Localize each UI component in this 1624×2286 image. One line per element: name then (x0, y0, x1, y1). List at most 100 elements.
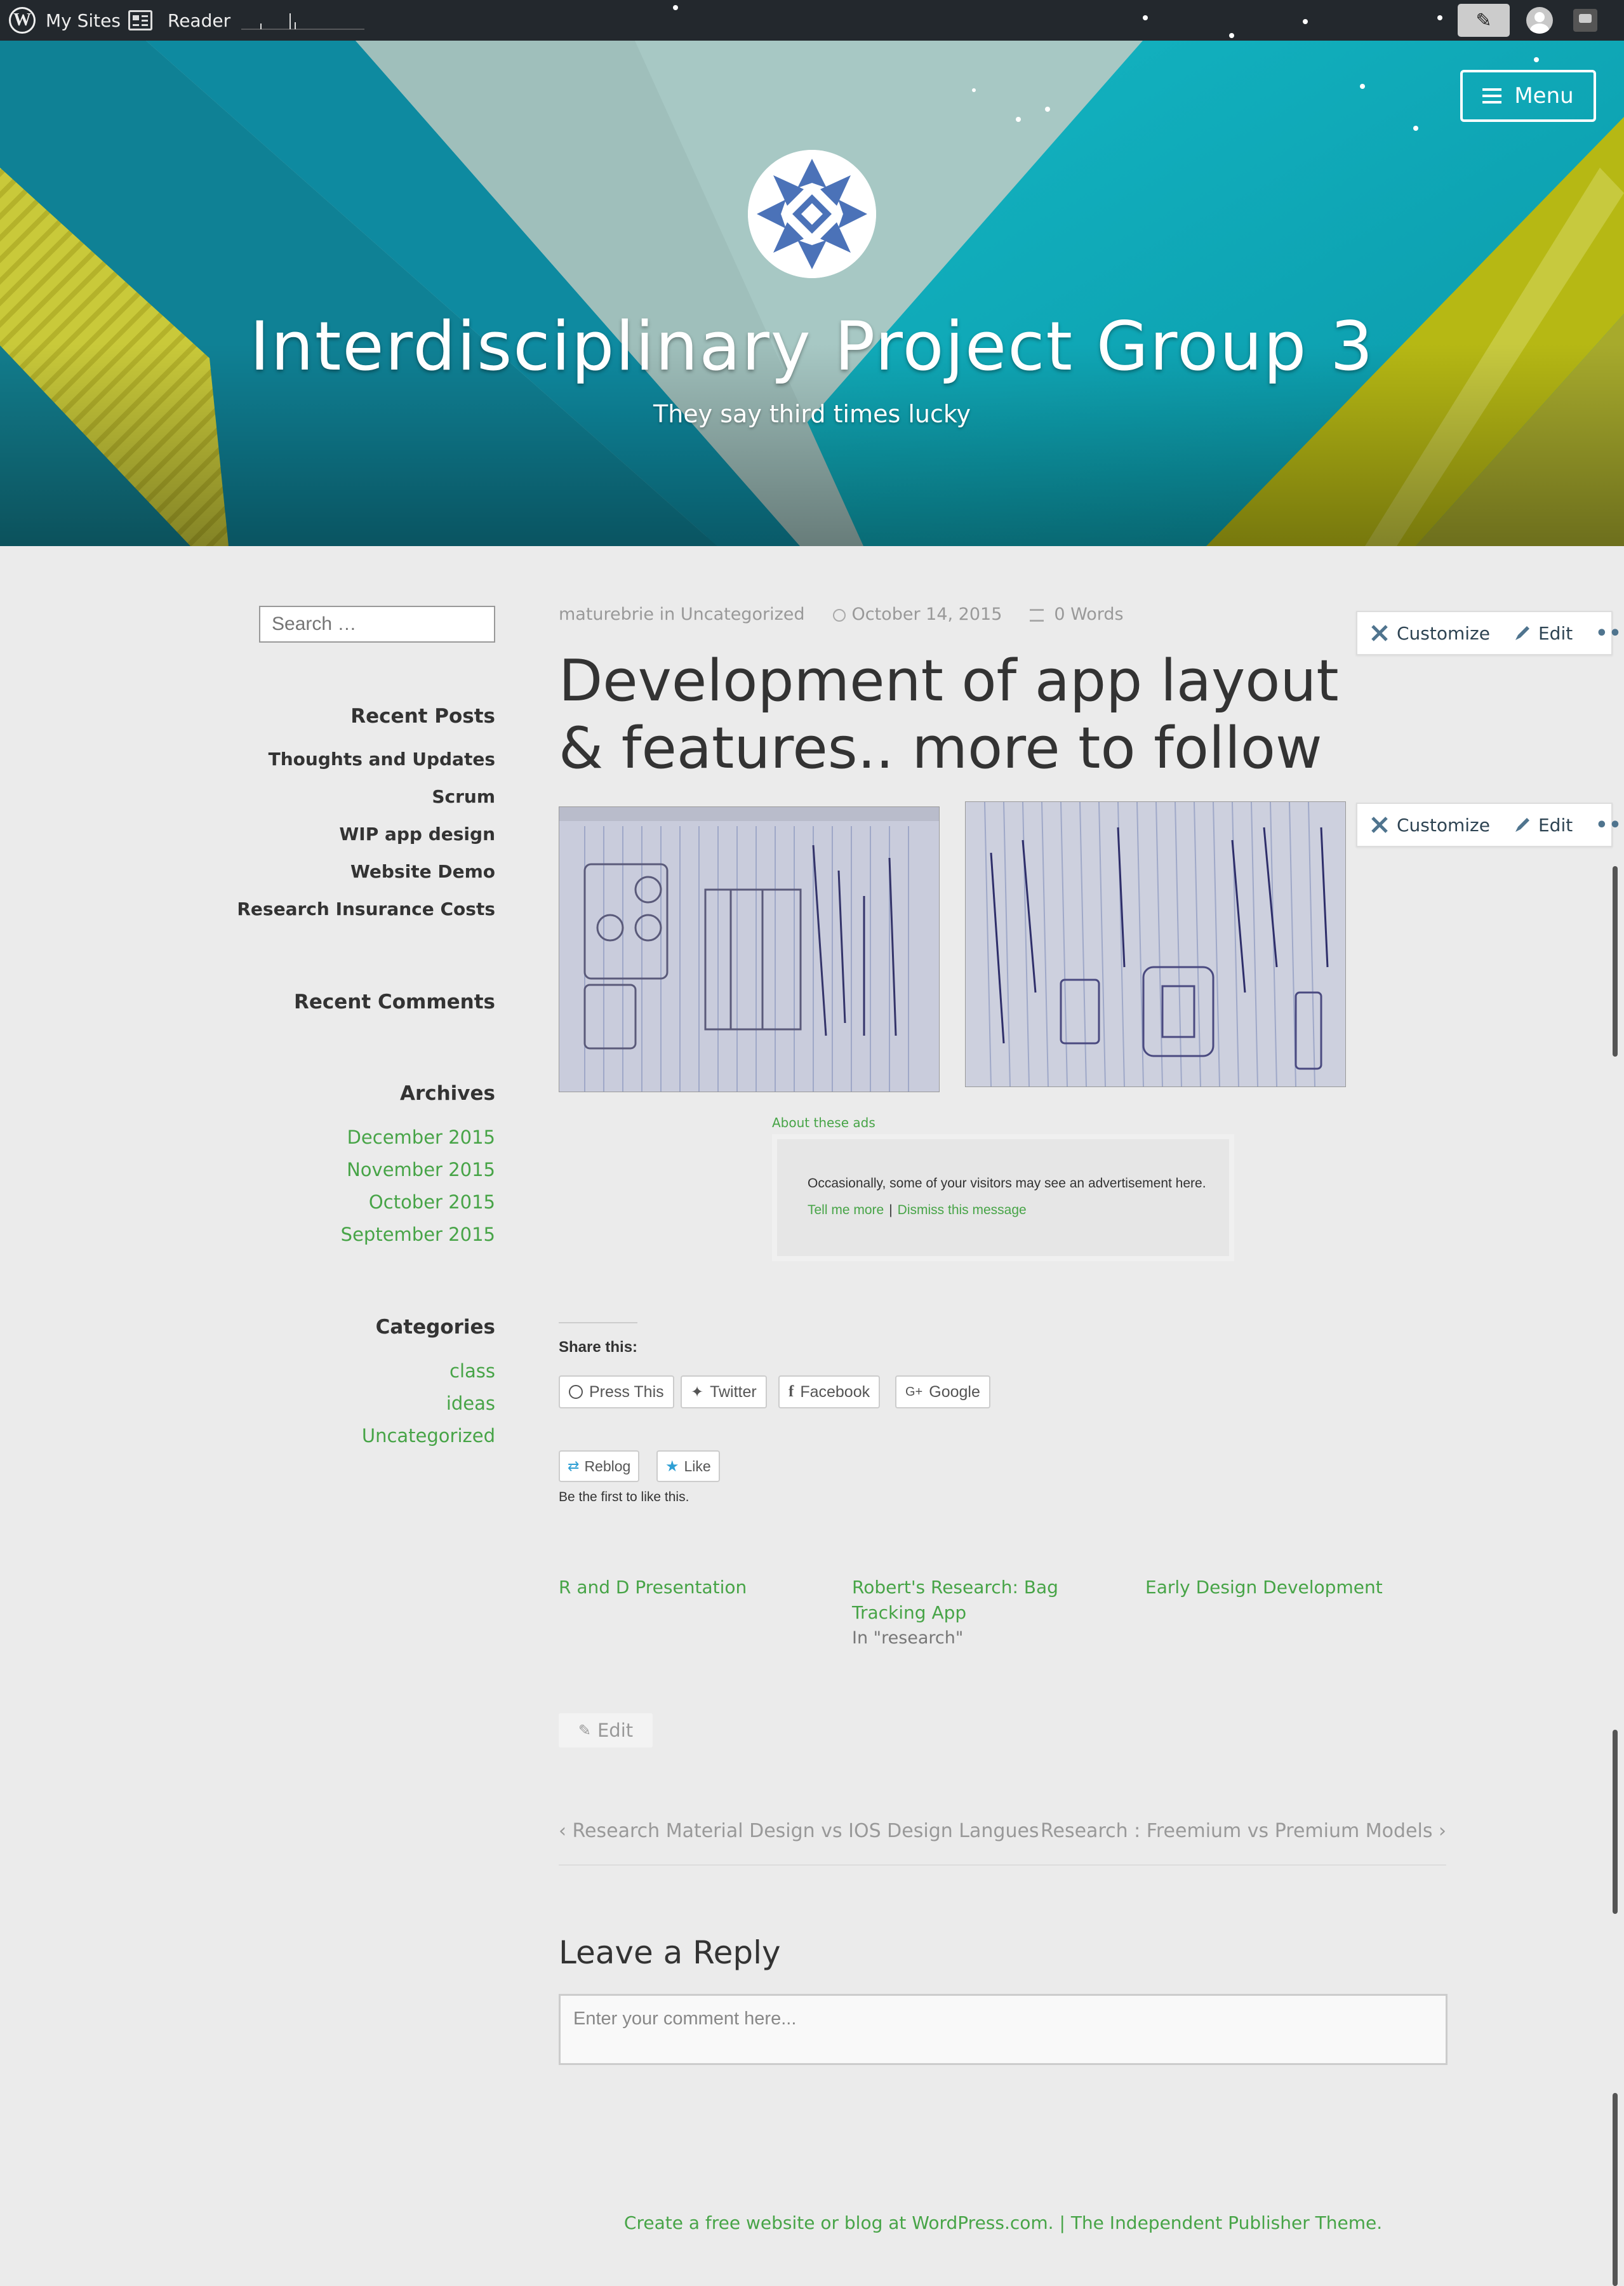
ad-message: Occasionally, some of your visitors may … (808, 1176, 1206, 1191)
scrollbar-thumb[interactable] (1613, 1730, 1618, 1914)
related-post-title[interactable]: Early Design Development (1145, 1575, 1412, 1600)
theme-link[interactable]: The Independent Publisher Theme. (1071, 2212, 1382, 2233)
more-options-icon[interactable]: ••• (1595, 622, 1624, 645)
hamburger-icon (1482, 95, 1502, 97)
recent-post-link[interactable]: WIP app design (190, 815, 495, 853)
related-post-title[interactable]: Robert's Research: Bag Tracking App (852, 1575, 1119, 1626)
recent-posts-list: Thoughts and Updates Scrum WIP app desig… (190, 740, 495, 928)
google-icon: G+ (905, 1384, 923, 1399)
ad-notice: Occasionally, some of your visitors may … (772, 1134, 1234, 1261)
customize-toolbar: Customize Edit ••• (1356, 803, 1624, 847)
next-post-link[interactable]: Research : Freemium vs Premium Models › (1041, 1820, 1446, 1842)
share-button-label: Facebook (800, 1382, 870, 1401)
notifications-icon[interactable] (1573, 9, 1597, 32)
customize-button[interactable]: Customize (1369, 814, 1490, 836)
previous-post-link[interactable]: ‹ Research Material Design vs IOS Design… (559, 1820, 1039, 1842)
category-link[interactable]: ideas (190, 1387, 495, 1420)
header-background (0, 41, 1624, 546)
edit-label: Edit (1538, 622, 1573, 644)
reblog-button[interactable]: ⇄ Reblog (559, 1450, 640, 1482)
wrench-icon (1371, 817, 1388, 833)
post-date[interactable]: October 14, 2015 (852, 605, 1002, 624)
related-post[interactable]: R and D Presentation (559, 1575, 825, 1600)
post-author[interactable]: maturebrie (559, 605, 654, 624)
share-press-this-button[interactable]: Press This (559, 1375, 674, 1408)
like-button[interactable]: ★ Like (656, 1450, 720, 1482)
site-title[interactable]: Interdisciplinary Project Group 3 (0, 307, 1624, 385)
snowflake (1437, 15, 1442, 20)
related-post[interactable]: Early Design Development (1145, 1575, 1412, 1600)
reader-link[interactable]: Reader (168, 0, 230, 41)
archive-link[interactable]: December 2015 (190, 1121, 495, 1154)
comment-input[interactable]: Enter your comment here... (559, 1994, 1448, 2065)
snowflake (1303, 19, 1308, 24)
snowflake (1229, 33, 1234, 38)
more-options-icon[interactable]: ••• (1595, 814, 1624, 836)
wordpress-logo-icon[interactable]: W (9, 0, 36, 41)
related-post[interactable]: Robert's Research: Bag Tracking App In "… (852, 1575, 1119, 1651)
reply-title: Leave a Reply (559, 1934, 781, 1971)
ad-link-separator: | (889, 1203, 893, 1217)
customize-toolbar: Customize Edit ••• (1356, 611, 1624, 655)
wordpress-link[interactable]: Create a free website or blog at WordPre… (624, 2212, 1054, 2233)
twitter-icon: ✦ (691, 1383, 704, 1401)
chevron-right-icon: › (1432, 1820, 1446, 1842)
previous-post-title: Research Material Design vs IOS Design L… (572, 1820, 1039, 1842)
reblog-label: Reblog (584, 1457, 631, 1474)
archive-link[interactable]: October 2015 (190, 1186, 495, 1219)
stats-sparkline[interactable] (241, 0, 364, 41)
wordpress-icon (569, 1385, 583, 1399)
related-post-context: In "research" (852, 1628, 964, 1648)
my-sites-link[interactable]: My Sites (46, 0, 121, 41)
share-title: Share this: (559, 1339, 638, 1356)
category-link[interactable]: Uncategorized (190, 1420, 495, 1452)
edit-post-button[interactable]: ✎ Edit (559, 1713, 653, 1748)
search-input[interactable] (259, 606, 495, 643)
share-facebook-button[interactable]: f Facebook (778, 1375, 881, 1408)
share-google-button[interactable]: G+ Google (895, 1375, 990, 1408)
sketch-photo[interactable] (965, 801, 1346, 1087)
scrollbar-thumb[interactable] (1613, 2093, 1618, 2286)
customize-button[interactable]: Customize (1369, 622, 1490, 644)
archive-link[interactable]: November 2015 (190, 1154, 495, 1186)
share-twitter-button[interactable]: ✦ Twitter (681, 1375, 767, 1408)
recent-post-link[interactable]: Thoughts and Updates (190, 740, 495, 778)
archive-link[interactable]: September 2015 (190, 1219, 495, 1251)
about-ads-link[interactable]: About these ads (772, 1115, 875, 1130)
star-icon: ★ (665, 1457, 679, 1475)
site-header: Menu Interdisciplinary Project Group 3 T… (0, 41, 1624, 546)
snowflake (673, 5, 678, 10)
user-avatar[interactable] (1526, 7, 1553, 34)
nav-divider (559, 1864, 1446, 1866)
post-word-count: 0 Words (1054, 605, 1124, 624)
post-meta: maturebrie in Uncategorized October 14, … (559, 605, 1124, 624)
menu-button[interactable]: Menu (1460, 70, 1596, 122)
post-category[interactable]: Uncategorized (681, 605, 805, 624)
share-button-label: Press This (589, 1382, 664, 1401)
tell-me-more-link[interactable]: Tell me more (808, 1203, 884, 1217)
recent-comments-title: Recent Comments (294, 991, 495, 1013)
scrollbar-thumb[interactable] (1613, 866, 1618, 1057)
edit-post-label: Edit (597, 1720, 634, 1741)
dismiss-message-link[interactable]: Dismiss this message (898, 1203, 1027, 1217)
edit-button[interactable]: Edit (1513, 623, 1573, 644)
recent-post-link[interactable]: Website Demo (190, 853, 495, 890)
archives-list: December 2015 November 2015 October 2015… (190, 1121, 495, 1251)
sketch-photo[interactable] (559, 806, 940, 1092)
pencil-icon: ✎ (578, 1721, 591, 1739)
related-post-title[interactable]: R and D Presentation (559, 1575, 825, 1600)
next-post-title: Research : Freemium vs Premium Models (1041, 1820, 1433, 1842)
customize-label: Customize (1397, 622, 1490, 644)
category-link[interactable]: class (190, 1355, 495, 1387)
recent-post-link[interactable]: Scrum (190, 778, 495, 815)
recent-post-link[interactable]: Research Insurance Costs (190, 890, 495, 928)
facebook-icon: f (789, 1383, 794, 1400)
site-description: They say third times lucky (653, 400, 971, 428)
pencil-icon (1515, 626, 1529, 640)
site-logo[interactable] (748, 150, 876, 278)
edit-button[interactable]: Edit (1513, 815, 1573, 836)
write-post-icon[interactable]: ✎ (1458, 4, 1510, 37)
reader-icon[interactable] (128, 0, 152, 41)
edit-label: Edit (1538, 814, 1573, 836)
reblog-icon: ⇄ (568, 1458, 580, 1474)
